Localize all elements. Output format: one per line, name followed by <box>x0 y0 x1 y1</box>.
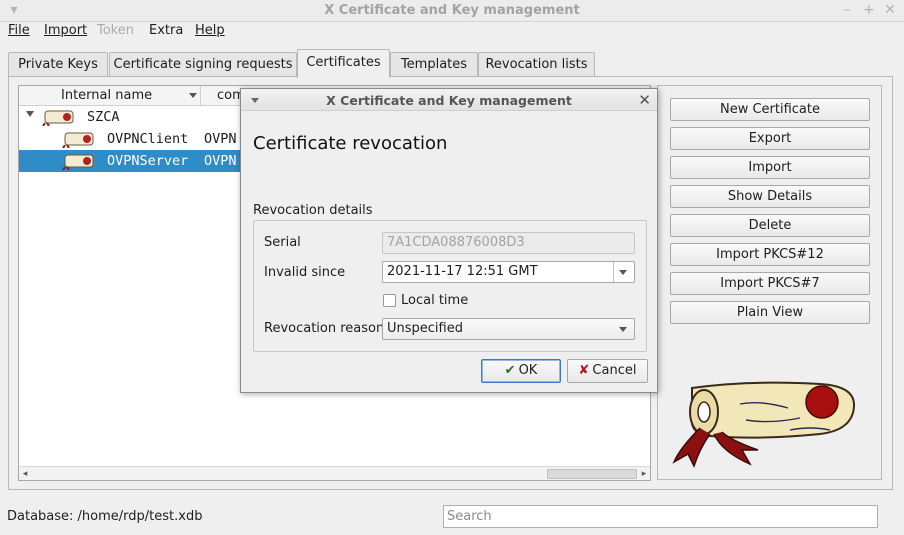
serial-label: Serial <box>264 235 301 250</box>
scrollbar-thumb[interactable] <box>547 469 637 479</box>
certificate-icon <box>62 132 94 148</box>
cancel-x-icon: ✘ <box>578 363 590 378</box>
certificate-icon <box>42 110 74 126</box>
column-divider <box>200 86 201 106</box>
plain-view-button[interactable]: Plain View <box>670 301 870 324</box>
new-certificate-button[interactable]: New Certificate <box>670 98 870 121</box>
revocation-details-label: Revocation details <box>253 203 373 218</box>
ok-label: OK <box>518 363 538 378</box>
tree-row-name: OVPNServer <box>107 153 189 169</box>
tree-row-common-name: OVPN <box>204 153 237 169</box>
import-pkcs7-button[interactable]: Import PKCS#7 <box>670 272 870 295</box>
revocation-dialog: X Certificate and Key management ✕ Certi… <box>240 88 658 393</box>
menu-help-label: Help <box>195 23 225 38</box>
menubar: File Import Token Extra Help <box>0 22 904 42</box>
column-internal-name[interactable]: Internal name <box>61 88 152 103</box>
revocation-reason-label: Revocation reason <box>264 321 385 336</box>
database-path: Database: /home/rdp/test.xdb <box>7 509 203 524</box>
scroll-right-icon[interactable]: ▸ <box>638 467 650 481</box>
tab-certificates[interactable]: Certificates <box>297 49 390 78</box>
local-time-label: Local time <box>401 293 469 308</box>
certificate-icon <box>62 154 94 170</box>
cancel-label: Cancel <box>592 363 637 378</box>
menu-token: Token <box>97 23 134 38</box>
import-pkcs12-button[interactable]: Import PKCS#12 <box>670 243 870 266</box>
menu-import-label: Import <box>44 23 88 38</box>
dialog-heading: Certificate revocation <box>253 133 448 154</box>
combo-separator <box>613 262 614 282</box>
window-title: X Certificate and Key management <box>324 3 580 18</box>
window-titlebar: ▾ X Certificate and Key management – + ✕ <box>0 0 904 22</box>
menu-file-label: File <box>8 23 30 38</box>
scroll-left-icon[interactable]: ◂ <box>19 467 31 481</box>
close-icon[interactable]: ✕ <box>882 2 898 18</box>
tab-revocation-lists[interactable]: Revocation lists <box>478 52 595 78</box>
invalid-since-label: Invalid since <box>264 265 346 280</box>
ok-button[interactable]: ✔ OK <box>481 359 561 383</box>
maximize-icon[interactable]: + <box>861 2 877 18</box>
search-input[interactable] <box>443 505 878 528</box>
tree-row-name: SZCA <box>87 109 120 125</box>
scroll-logo-image <box>672 381 856 468</box>
dialog-close-icon[interactable]: ✕ <box>638 91 651 109</box>
revocation-reason-value: Unspecified <box>387 321 463 336</box>
import-button[interactable]: Import <box>670 156 870 179</box>
tree-row-common-name: OVPN <box>204 131 237 147</box>
dialog-title: X Certificate and Key management <box>326 93 572 108</box>
tab-templates[interactable]: Templates <box>390 52 478 78</box>
menu-import[interactable]: Import <box>44 23 87 38</box>
revocation-reason-select[interactable]: Unspecified <box>382 318 635 340</box>
delete-button[interactable]: Delete <box>670 214 870 237</box>
dialog-titlebar: X Certificate and Key management ✕ <box>241 89 657 111</box>
tab-csr[interactable]: Certificate signing requests <box>109 52 297 78</box>
sort-arrow-icon <box>189 93 197 98</box>
expand-arrow-icon[interactable] <box>26 111 34 117</box>
menu-file[interactable]: File <box>8 23 30 38</box>
tree-row-name: OVPNClient <box>107 131 189 147</box>
show-details-button[interactable]: Show Details <box>670 185 870 208</box>
chevron-down-icon <box>619 327 627 332</box>
menu-extra[interactable]: Extra <box>149 23 183 38</box>
minimize-icon[interactable]: – <box>839 2 855 18</box>
menu-help[interactable]: Help <box>195 23 225 38</box>
serial-field: 7A1CDA08876008D3 <box>382 232 635 254</box>
checkmark-icon: ✔ <box>504 363 516 378</box>
export-button[interactable]: Export <box>670 127 870 150</box>
invalid-since-field[interactable]: 2021-11-17 12:51 GMT <box>382 261 635 283</box>
horizontal-scrollbar[interactable]: ◂ ▸ <box>19 466 650 480</box>
chevron-down-icon[interactable] <box>619 270 627 275</box>
cancel-button[interactable]: ✘ Cancel <box>567 359 648 383</box>
tab-private-keys[interactable]: Private Keys <box>8 52 108 78</box>
local-time-checkbox[interactable] <box>383 294 396 307</box>
invalid-since-value: 2021-11-17 12:51 GMT <box>387 264 538 279</box>
